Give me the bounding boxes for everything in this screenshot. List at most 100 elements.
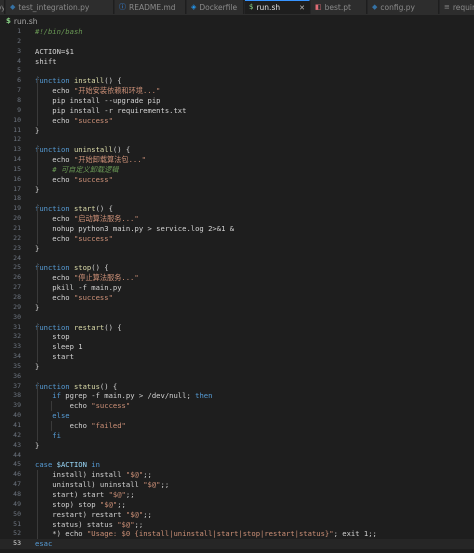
code-line[interactable]: 15 # 可自定义卸载逻辑 — [0, 165, 474, 175]
code-text: ACTION=$1 — [35, 47, 74, 57]
binary-file-icon: ◧ — [315, 2, 322, 11]
code-token: pgrep -f main.py > /dev/null; — [65, 391, 196, 401]
code-token: install — [73, 76, 105, 86]
code-line[interactable]: 46 install) install "$@";; — [0, 470, 474, 480]
code-line[interactable]: 20 echo "启动算法服务..." — [0, 214, 474, 224]
code-line[interactable]: 13 function uninstall() { — [0, 145, 474, 155]
code-line[interactable]: 29} — [0, 303, 474, 313]
code-line[interactable]: 50 restart) restart "$@";; — [0, 510, 474, 520]
code-token: } — [35, 302, 40, 312]
code-line[interactable]: 49 stop) stop "$@";; — [0, 500, 474, 510]
code-line[interactable]: 43} — [0, 441, 474, 451]
code-text: function stop() { — [35, 263, 109, 273]
code-line[interactable]: 52 *) echo "Usage: $0 {install|uninstall… — [0, 529, 474, 539]
code-line[interactable]: 36 — [0, 372, 474, 382]
code-line[interactable]: 53 esac — [0, 539, 474, 550]
code-line[interactable]: 19 function start() { — [0, 204, 474, 214]
code-line[interactable]: 4 shift — [0, 57, 474, 67]
tab-py[interactable]: ◆py — [0, 0, 5, 14]
code-line[interactable]: 25 function stop() { — [0, 263, 474, 273]
code-line[interactable]: 8 pip install --upgrade pip — [0, 96, 474, 106]
code-token: "开始安装依赖和环境..." — [73, 86, 161, 96]
code-line[interactable]: 34 start — [0, 352, 474, 362]
code-text: case $ACTION in — [35, 460, 100, 470]
code-line[interactable]: 14 echo "开始卸载算法包..." — [0, 155, 474, 165]
code-line[interactable]: 35} — [0, 362, 474, 372]
code-line[interactable]: 12 — [0, 135, 474, 145]
code-line[interactable]: 45 case $ACTION in — [0, 460, 474, 470]
tab-dockerfile[interactable]: ◈ Dockerfile — [187, 0, 244, 14]
tab-label: config.py — [380, 2, 415, 12]
tab-best-pt[interactable]: ◧ best.pt — [311, 0, 367, 14]
code-line[interactable]: 22 echo "success" — [0, 234, 474, 244]
line-number: 8 — [17, 95, 21, 104]
tab-run-sh[interactable]: $ run.sh ✕ — [245, 0, 310, 14]
code-line[interactable]: 18 — [0, 194, 474, 204]
code-line[interactable]: 47 uninstall) uninstall "$@";; — [0, 480, 474, 490]
code-token: "success" — [73, 174, 113, 184]
breadcrumb[interactable]: $ run.sh — [0, 15, 474, 27]
code-line[interactable]: 3 ACTION=$1 — [0, 47, 474, 57]
code-line[interactable]: 30 — [0, 313, 474, 323]
line-number: 22 — [13, 233, 21, 242]
code-line[interactable]: 48 start) start "$@";; — [0, 490, 474, 500]
code-line[interactable]: 26 echo "停止算法服务..." — [0, 273, 474, 283]
code-line[interactable]: 39 echo "success" — [0, 401, 474, 411]
code-line[interactable]: 21 nohup python3 main.py > service.log 2… — [0, 224, 474, 234]
code-token: uninstall — [73, 145, 113, 155]
code-line[interactable]: 28 echo "success" — [0, 293, 474, 303]
code-text: function restart() { — [35, 323, 122, 333]
code-token: echo — [35, 174, 74, 184]
code-text: } — [35, 126, 39, 136]
code-line[interactable]: 41 echo "failed" — [0, 421, 474, 431]
code-token: then — [195, 391, 213, 401]
code-line[interactable]: 11} — [0, 126, 474, 136]
tab-label: Dockerfile — [199, 2, 238, 12]
line-number: 10 — [13, 115, 21, 124]
code-line[interactable]: 27 pkill -f main.py — [0, 283, 474, 293]
code-line[interactable]: 51 status) status "$@";; — [0, 520, 474, 530]
code-text: } — [35, 185, 39, 195]
code-token: start — [35, 352, 74, 362]
code-text: #!/bin/bash — [35, 27, 83, 37]
code-token: "success" — [73, 233, 113, 243]
code-token: ACTION=$1 — [35, 46, 74, 56]
code-line[interactable]: 44 — [0, 451, 474, 461]
code-line[interactable]: 5 — [0, 66, 474, 76]
tab-config-py[interactable]: ◆ config.py — [368, 0, 439, 14]
docker-file-icon: ◈ — [191, 2, 197, 11]
code-line[interactable]: 6 function install() { — [0, 76, 474, 86]
code-text: function start() { — [35, 204, 113, 214]
breadcrumb-file[interactable]: run.sh — [14, 17, 38, 26]
code-line[interactable]: 17} — [0, 185, 474, 195]
code-line[interactable]: 37 function status() { — [0, 382, 474, 392]
tab-test-integration-py[interactable]: ◆ test_integration.py — [6, 0, 114, 14]
line-number: 42 — [13, 430, 21, 439]
code-line[interactable]: 16 echo "success" — [0, 175, 474, 185]
code-line[interactable]: 23} — [0, 244, 474, 254]
code-line[interactable]: 38 if pgrep -f main.py > /dev/null; then — [0, 391, 474, 401]
code-line[interactable]: 1 #!/bin/bash — [0, 27, 474, 37]
code-line[interactable]: 24 — [0, 254, 474, 264]
code-line[interactable]: 32 stop — [0, 332, 474, 342]
close-icon[interactable]: ✕ — [299, 4, 305, 12]
code-line[interactable]: 9 pip install -r requirements.txt — [0, 106, 474, 116]
code-text: pkill -f main.py — [35, 283, 121, 293]
code-line[interactable]: 40 else — [0, 411, 474, 421]
code-line[interactable]: 31 function restart() { — [0, 323, 474, 333]
code-text: echo "开始卸载算法包..." — [35, 155, 146, 165]
code-line[interactable]: 33 sleep 1 — [0, 342, 474, 352]
line-number: 5 — [17, 66, 21, 75]
code-text: function status() { — [35, 382, 117, 392]
code-token: } — [35, 243, 40, 253]
indent-guide — [37, 381, 38, 441]
code-text: echo "启动算法服务..." — [35, 214, 138, 224]
code-line[interactable]: 10 echo "success" — [0, 116, 474, 126]
code-line[interactable]: 42 fi — [0, 431, 474, 441]
tab-requirem[interactable]: ≡requirem — [440, 0, 474, 14]
tab-readme-md[interactable]: ⓘ README.md — [115, 0, 186, 14]
code-editor[interactable]: 1 #!/bin/bash 2 3 ACTION=$1 4 shift 5 6 function … — [0, 27, 474, 553]
code-line[interactable]: 7 echo "开始安装依赖和环境..." — [0, 86, 474, 96]
code-token: () { — [104, 322, 122, 332]
code-line[interactable]: 2 — [0, 37, 474, 47]
